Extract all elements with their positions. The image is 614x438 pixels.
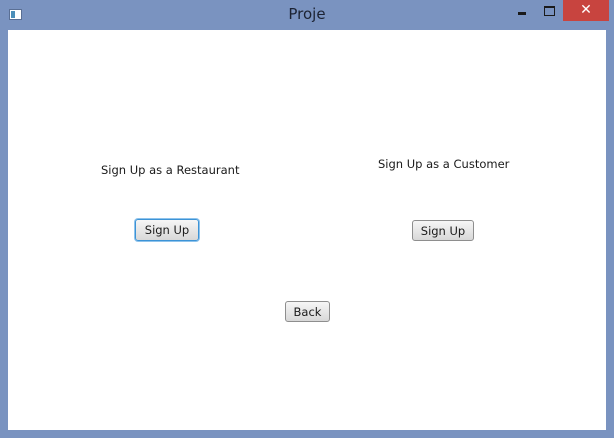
restaurant-signup-button[interactable]: Sign Up (135, 219, 199, 241)
close-button[interactable]: ✕ (563, 0, 609, 21)
restaurant-signup-label: Sign Up as a Restaurant (101, 163, 240, 177)
customer-signup-button[interactable]: Sign Up (412, 220, 474, 241)
back-button[interactable]: Back (285, 301, 330, 322)
app-window: Proje ✕ Sign Up as a Restaurant Sign Up … (0, 0, 614, 438)
minimize-icon (518, 12, 526, 15)
client-area: Sign Up as a Restaurant Sign Up as a Cus… (8, 30, 606, 430)
title-bar[interactable]: Proje ✕ (0, 0, 614, 30)
maximize-icon (543, 5, 555, 16)
minimize-button[interactable] (509, 0, 535, 21)
customer-signup-label: Sign Up as a Customer (378, 157, 510, 171)
close-icon: ✕ (580, 2, 592, 18)
maximize-button[interactable] (536, 0, 562, 21)
